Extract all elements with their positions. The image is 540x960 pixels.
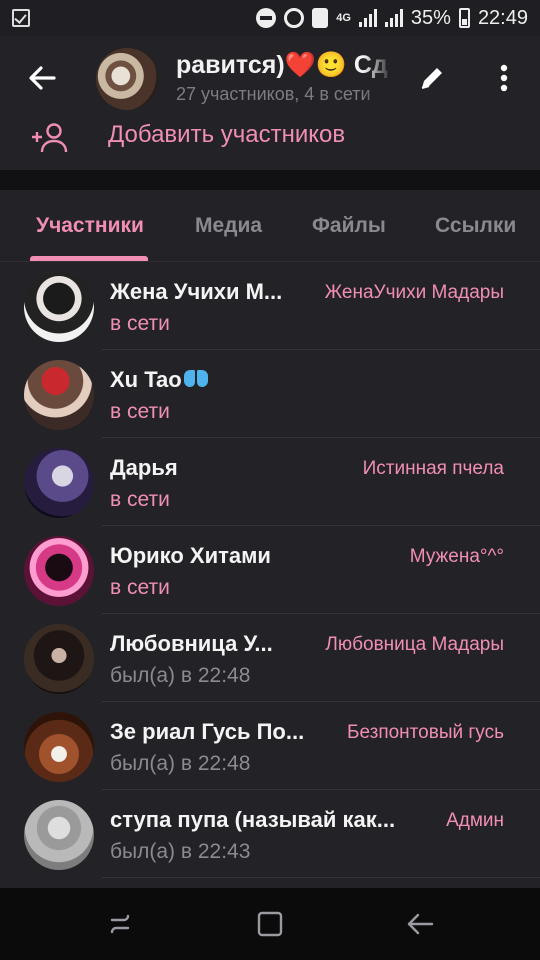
back-button[interactable] xyxy=(24,60,60,96)
tab-links[interactable]: Ссылки xyxy=(435,212,516,240)
member-name: Дарья xyxy=(110,455,178,480)
avatar xyxy=(24,536,94,606)
member-name: Xu Tao xyxy=(110,366,208,394)
back-icon xyxy=(407,913,434,935)
avatar xyxy=(24,624,94,694)
member-status: был(а) в 22:48 xyxy=(110,664,251,687)
battery-percent: 35% xyxy=(410,6,451,29)
list-item[interactable]: Xu Tao в сети xyxy=(0,350,540,438)
app-header: равится)❤️🙂 Сд 27 участников, 4 в сети xyxy=(0,36,540,120)
signal-2-icon xyxy=(384,9,403,27)
avatar xyxy=(24,800,94,870)
tab-members[interactable]: Участники xyxy=(36,212,144,240)
pencil-icon xyxy=(421,68,442,89)
member-status: был(а) в 22:43 xyxy=(110,840,251,863)
tab-media[interactable]: Медиа xyxy=(195,212,262,240)
clock: 22:49 xyxy=(477,6,528,29)
home-icon xyxy=(257,911,283,937)
add-members-label: Добавить участников xyxy=(108,121,346,148)
member-name: Юрико Хитами xyxy=(110,543,271,568)
person-add-icon xyxy=(32,123,68,153)
recents-icon xyxy=(110,914,130,934)
butterfly-icon xyxy=(183,369,208,389)
avatar xyxy=(24,712,94,782)
member-status: в сети xyxy=(110,488,170,511)
member-role: Любовница Мадары xyxy=(325,634,504,655)
list-item[interactable]: Жена Учихи М... в сети ЖенаУчихи Мадары xyxy=(0,262,540,350)
list-item[interactable]: Дарья в сети Истинная пчела xyxy=(0,438,540,526)
do-not-disturb-icon xyxy=(256,8,277,28)
member-status: в сети xyxy=(110,312,170,335)
member-status: был(а) в 22:48 xyxy=(110,752,251,775)
tab-files[interactable]: Файлы xyxy=(312,212,386,240)
member-status: в сети xyxy=(110,400,170,423)
system-nav-bar xyxy=(0,888,540,960)
alarm-icon xyxy=(284,8,305,28)
group-info[interactable]: равится)❤️🙂 Сд 27 участников, 4 в сети xyxy=(176,50,392,110)
add-members-row[interactable]: Добавить участников xyxy=(0,120,540,170)
avatar xyxy=(24,448,94,518)
member-name: Зе риал Гусь По... xyxy=(110,719,305,744)
list-item[interactable]: Юрико Хитами в сети Мужена°^° xyxy=(0,526,540,614)
member-name: Жена Учихи М... xyxy=(110,279,283,304)
list-item[interactable]: Зе риал Гусь По... был(а) в 22:48 Безпон… xyxy=(0,702,540,790)
avatar xyxy=(24,360,94,430)
member-name: Любовница У... xyxy=(110,631,273,656)
group-avatar[interactable] xyxy=(96,48,158,110)
nav-back-button[interactable] xyxy=(404,908,436,940)
sim-card-icon xyxy=(312,8,329,28)
recents-button[interactable] xyxy=(104,908,136,940)
member-role: Истинная пчела xyxy=(362,458,504,479)
tab-bar: Участники Медиа Файлы Ссылки xyxy=(0,190,540,262)
member-role: Безпонтовый гусь xyxy=(347,722,504,743)
list-item[interactable]: Любовница У... был(а) в 22:48 Любовница … xyxy=(0,614,540,702)
network-type: 4G xyxy=(336,12,351,24)
section-divider xyxy=(0,170,540,190)
members-list: Жена Учихи М... в сети ЖенаУчихи Мадары … xyxy=(0,262,540,888)
list-item[interactable] xyxy=(0,878,540,888)
member-status: в сети xyxy=(110,576,170,599)
list-item[interactable]: ступа пупа (называй как... был(а) в 22:4… xyxy=(0,790,540,878)
group-subtitle: 27 участников, 4 в сети xyxy=(176,84,371,104)
more-vert-icon xyxy=(500,64,508,92)
group-title: равится)❤️🙂 Сд xyxy=(176,51,388,79)
member-role: Мужена°^° xyxy=(409,546,504,567)
more-menu-button[interactable] xyxy=(490,60,518,96)
member-name: ступа пупа (называй как... xyxy=(110,807,396,832)
signal-icon xyxy=(358,9,377,27)
arrow-left-icon xyxy=(29,66,56,90)
task-check-icon xyxy=(12,9,30,27)
home-button[interactable] xyxy=(254,908,286,940)
member-role: ЖенаУчихи Мадары xyxy=(324,282,504,303)
active-tab-indicator xyxy=(30,256,148,261)
status-icons: 4G 35% 22:49 xyxy=(256,7,528,30)
avatar xyxy=(24,272,94,342)
member-role: Админ xyxy=(446,810,504,831)
battery-icon xyxy=(458,8,470,28)
edit-button[interactable] xyxy=(416,62,448,94)
status-bar: 4G 35% 22:49 xyxy=(0,0,540,36)
